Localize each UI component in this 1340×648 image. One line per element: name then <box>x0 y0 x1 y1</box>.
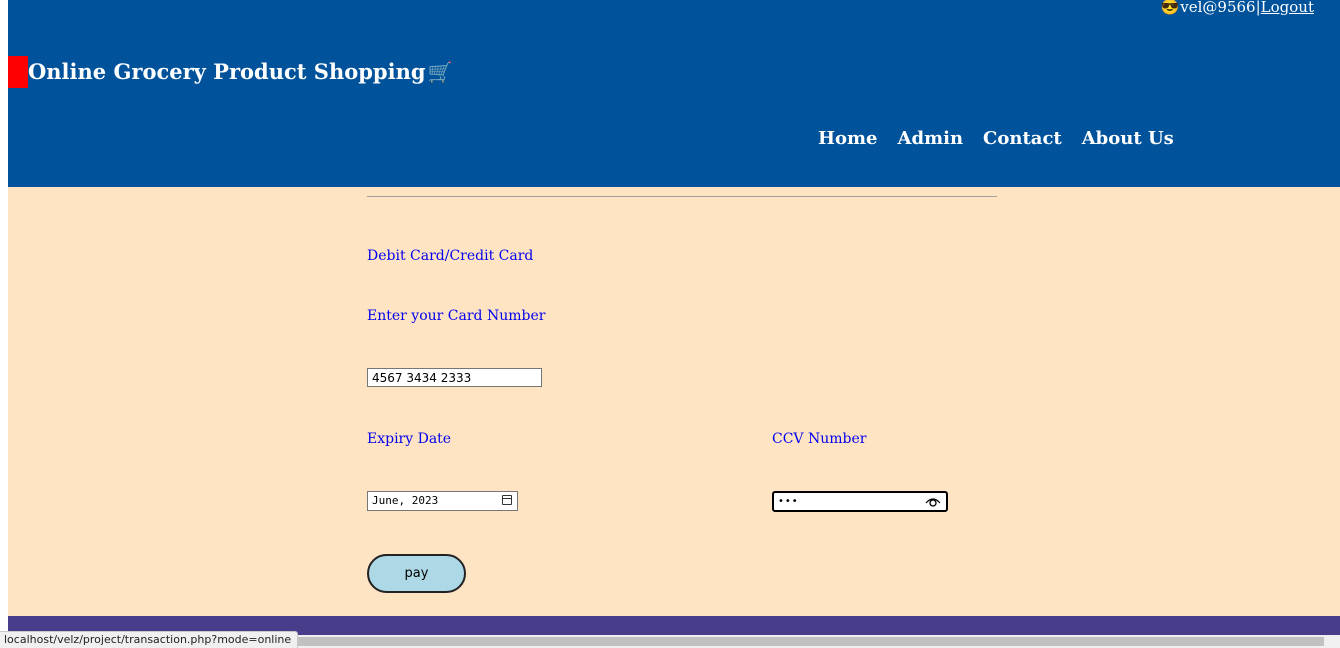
user-area: 😎vel@9566|Logout <box>1161 0 1314 16</box>
ccv-label: CCV Number <box>772 431 867 447</box>
pay-button[interactable]: pay <box>367 554 466 593</box>
brand-title-text: Online Grocery Product Shopping <box>28 59 426 84</box>
logout-link[interactable]: Logout <box>1261 0 1314 16</box>
page-left-margin <box>0 0 8 648</box>
nav-contact[interactable]: Contact <box>983 128 1062 149</box>
header-tab-stub <box>644 181 720 187</box>
main-nav: Home Admin Contact About Us <box>818 128 1174 149</box>
brand-marker <box>8 56 28 88</box>
user-emoji-icon: 😎 <box>1160 0 1180 16</box>
ccv-input[interactable]: ••• <box>772 491 948 512</box>
form-divider <box>367 196 997 197</box>
browser-status-bar: localhost/velz/project/transaction.php?m… <box>0 631 299 648</box>
cart-icon: 🛒 <box>427 60 453 84</box>
nav-admin[interactable]: Admin <box>898 128 964 149</box>
eye-icon[interactable] <box>925 496 941 513</box>
site-header: 😎vel@9566|Logout Online Grocery Product … <box>8 0 1340 187</box>
expiry-date-input[interactable]: June, 2023 <box>367 491 518 511</box>
expiry-date-value: June, 2023 <box>372 494 439 507</box>
ccv-masked-value: ••• <box>778 496 799 507</box>
card-number-label: Enter your Card Number <box>367 308 546 324</box>
payment-method-label: Debit Card/Credit Card <box>367 248 534 264</box>
expiry-date-label: Expiry Date <box>367 431 452 447</box>
calendar-icon[interactable] <box>502 495 512 505</box>
brand-title: Online Grocery Product Shopping 🛒 <box>28 59 452 84</box>
nav-about-us[interactable]: About Us <box>1082 128 1174 149</box>
username: vel@9566 <box>1180 0 1256 16</box>
nav-home[interactable]: Home <box>818 128 878 149</box>
card-number-input[interactable]: 4567 3434 2333 <box>367 368 542 387</box>
